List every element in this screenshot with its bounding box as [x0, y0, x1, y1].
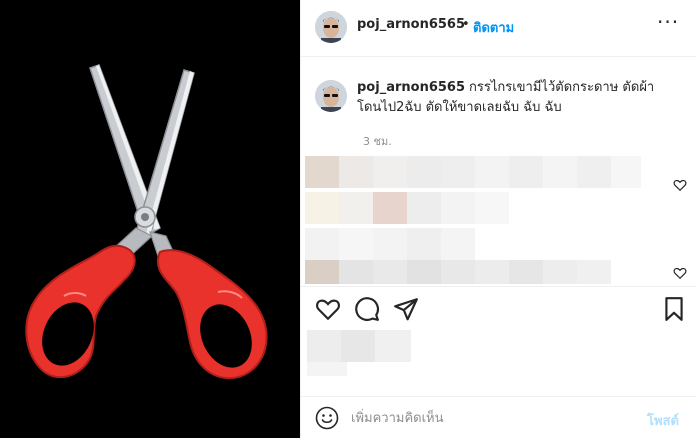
divider: [301, 286, 696, 287]
post-caption: poj_arnon6565 กรรไกรเขามีไว้ตัดกระดาษ ตัด…: [357, 78, 677, 118]
caption-avatar[interactable]: [315, 80, 347, 112]
blurred-comment: [305, 260, 611, 284]
caption-username[interactable]: poj_arnon6565: [357, 80, 465, 95]
blurred-comment: [305, 156, 641, 188]
blurred-likes: [307, 330, 411, 362]
post-timestamp[interactable]: 3 ชม.: [363, 132, 392, 150]
heart-icon[interactable]: [673, 178, 687, 192]
post-image: [0, 0, 300, 438]
header-username[interactable]: poj_arnon6565: [357, 17, 465, 32]
comment-bar: โพสต์: [301, 396, 696, 439]
post-header: poj_arnon6565 • ติดตาม ···: [301, 0, 696, 57]
comment-icon[interactable]: [354, 296, 380, 322]
blurred-comment: [305, 228, 475, 260]
more-options-icon[interactable]: ···: [657, 10, 679, 34]
comment-input[interactable]: [351, 405, 621, 431]
avatar[interactable]: [315, 11, 347, 43]
post-comment-button[interactable]: โพสต์: [647, 410, 679, 431]
share-icon[interactable]: [393, 296, 419, 322]
heart-icon[interactable]: [315, 296, 341, 322]
blurred-likes-count: [307, 362, 347, 376]
post-sidebar: poj_arnon6565 • ติดตาม ··· poj_arnon6565…: [300, 0, 696, 438]
blurred-comment: [305, 192, 509, 224]
bookmark-icon[interactable]: [661, 296, 687, 322]
emoji-icon[interactable]: [315, 406, 339, 430]
instagram-post-view: poj_arnon6565 • ติดตาม ··· poj_arnon6565…: [0, 0, 696, 438]
heart-icon[interactable]: [673, 266, 687, 280]
scissors-illustration: [25, 64, 268, 380]
header-separator: •: [462, 17, 470, 32]
follow-button[interactable]: ติดตาม: [473, 17, 514, 38]
